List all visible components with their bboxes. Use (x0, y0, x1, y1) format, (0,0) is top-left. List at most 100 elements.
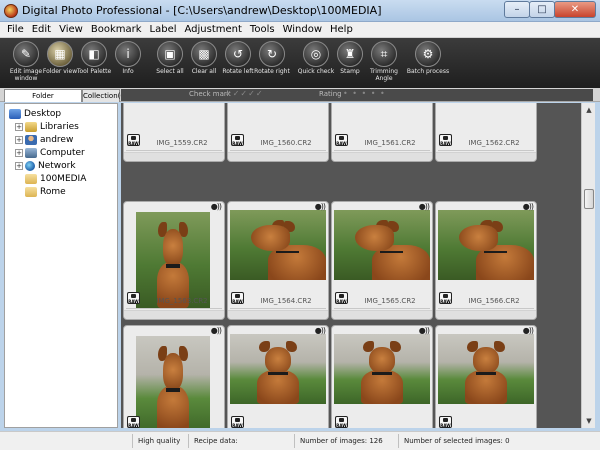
check-mark-area[interactable] (228, 310, 328, 319)
tree-item-desktop[interactable]: Desktop (9, 108, 61, 120)
thumbnail-image[interactable] (334, 210, 430, 280)
tree-item-100media[interactable]: 100MEDIA (15, 173, 86, 185)
sound-memo-icon: ●)) (418, 326, 430, 335)
raw-label: RAW (128, 141, 139, 146)
thumbnail-cell[interactable]: ●)) RAW IMG_1565.CR2 (331, 201, 433, 320)
thumbnail-cell[interactable]: ●))RAWIMG_1560.CR2 (227, 103, 329, 162)
thumbnail-cell[interactable]: ●)) RAW IMG_1563.CR2 (123, 201, 225, 320)
thumbnail-cell[interactable]: ●)) RAW (123, 325, 225, 428)
raw-label: RAW (128, 299, 139, 304)
check-mark-area[interactable] (436, 310, 536, 319)
quick-check-icon: ◎ (303, 41, 329, 67)
collar (372, 371, 392, 375)
dog-body (360, 370, 404, 404)
raw-camera-icon: RAW (127, 134, 140, 146)
thumbnail-cell[interactable]: ●)) RAW IMG_1566.CR2 (435, 201, 537, 320)
tab-folder[interactable]: Folder (4, 89, 82, 102)
thumbnail-cell[interactable]: ●)) RAW (331, 325, 433, 428)
check-mark-area[interactable] (332, 310, 432, 319)
menu-adjustment[interactable]: Adjustment (181, 22, 246, 38)
divider (438, 308, 534, 309)
check-mark-area[interactable] (124, 310, 224, 319)
tool-palette-icon: ◧ (81, 41, 107, 67)
collar (276, 250, 300, 254)
trimming-angle-button[interactable]: ⌗ Trimming Angle (362, 41, 406, 82)
thumbnail-image[interactable] (334, 334, 430, 404)
thumbnail-image[interactable] (438, 334, 534, 404)
filter-bar: Check mark ✓✓✓✓✓ Rating • • • • • (121, 89, 593, 101)
menu-file[interactable]: File (3, 22, 28, 38)
tool-label: Info (122, 68, 134, 75)
raw-label: RAW (336, 141, 347, 146)
tree-item-andrew[interactable]: + andrew (15, 134, 73, 146)
sound-memo-icon: ●)) (522, 326, 534, 335)
close-button[interactable]: ✕ (554, 1, 596, 18)
tree-item-label: Desktop (24, 109, 62, 119)
menu-help[interactable]: Help (326, 22, 357, 38)
tab-collection[interactable]: Collection(0) (82, 89, 128, 102)
expand-icon[interactable]: + (15, 123, 23, 131)
rotate-left-icon: ↺ (225, 41, 251, 67)
sound-memo-icon: ●)) (522, 202, 534, 211)
dog-head (355, 225, 394, 251)
batch-process-button[interactable]: ⚙ Batch process (406, 41, 450, 75)
tree-item-rome[interactable]: Rome (15, 186, 66, 198)
sound-memo-icon: ●)) (314, 202, 326, 211)
thumbnail-image[interactable] (136, 336, 210, 428)
expand-icon[interactable]: + (15, 162, 23, 170)
thumbnail-cell[interactable]: ●)) RAW (227, 325, 329, 428)
thumbnail-image[interactable] (136, 212, 210, 308)
vertical-scrollbar[interactable]: ▲ ▼ (581, 103, 595, 428)
check-mark-area[interactable] (124, 152, 224, 161)
maximize-button[interactable]: □ (529, 1, 555, 18)
rotate-right-icon: ↻ (259, 41, 285, 67)
thumbnail-cell[interactable]: ●))RAWIMG_1561.CR2 (331, 103, 433, 162)
file-name: IMG_1560.CR2 (260, 139, 312, 147)
sound-memo-icon: ●)) (418, 202, 430, 211)
thumbnail-cell[interactable]: ●))RAWIMG_1559.CR2 (123, 103, 225, 162)
tool-label: Trimming Angle (370, 68, 398, 82)
check-mark-area[interactable] (332, 152, 432, 161)
menu-view[interactable]: View (55, 22, 87, 38)
menu-tools[interactable]: Tools (246, 22, 279, 38)
tree-item-label: 100MEDIA (40, 174, 87, 184)
thumbnail-image[interactable] (230, 210, 326, 280)
scroll-down-icon[interactable]: ▼ (583, 415, 595, 427)
menu-label[interactable]: Label (146, 22, 181, 38)
expand-icon[interactable]: + (15, 136, 23, 144)
expand-icon[interactable]: + (15, 149, 23, 157)
rotate-right-button[interactable]: ↻ Rotate right (250, 41, 294, 75)
menu-edit[interactable]: Edit (28, 22, 55, 38)
network-icon (25, 161, 35, 171)
menu-window[interactable]: Window (279, 22, 326, 38)
raw-camera-icon: RAW (335, 416, 348, 428)
raw-camera-icon: RAW (231, 134, 244, 146)
scroll-thumb[interactable] (584, 189, 594, 209)
thumbnail-cell[interactable]: ●))RAWIMG_1562.CR2 (435, 103, 537, 162)
user-icon (25, 135, 37, 145)
thumbnail-cell[interactable]: ●)) RAW (435, 325, 537, 428)
info-button[interactable]: i Info (106, 41, 150, 75)
tree-item-computer[interactable]: + Computer (15, 147, 85, 159)
thumbnail-grid: ●)) RAW IMG_1559.CR2 ●)) RAW IMG_1560.CR2 ●)) R… (121, 103, 581, 428)
check-mark-filter[interactable]: ✓✓✓✓✓ (225, 89, 264, 98)
scroll-up-icon[interactable]: ▲ (583, 104, 595, 116)
thumbnail-cell[interactable]: ●)) RAW IMG_1564.CR2 (227, 201, 329, 320)
check-mark-area[interactable] (228, 152, 328, 161)
thumbnail-image[interactable] (438, 210, 534, 280)
menu-bookmark[interactable]: Bookmark (87, 22, 146, 38)
dog-head (162, 353, 184, 390)
check-mark-area[interactable] (436, 152, 536, 161)
thumbnail-image[interactable] (230, 334, 326, 404)
info-icon: i (115, 41, 141, 67)
raw-camera-icon: RAW (335, 292, 348, 304)
tree-item-libraries[interactable]: + Libraries (15, 121, 79, 133)
minimize-button[interactable]: – (504, 1, 530, 18)
rating-label: Rating (319, 90, 342, 98)
status-bar: High quality Recipe data: Number of imag… (0, 431, 600, 450)
rating-filter[interactable]: • • • • • (343, 89, 386, 98)
trimming-angle-icon: ⌗ (371, 41, 397, 67)
tree-item-network[interactable]: + Network (15, 160, 76, 172)
dog-body (464, 370, 508, 404)
divider (334, 150, 430, 151)
